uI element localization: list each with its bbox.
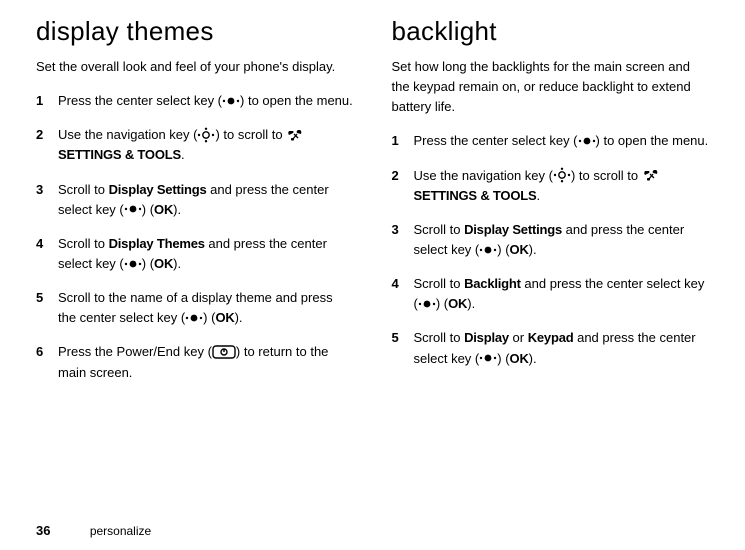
step-number: 1 — [36, 91, 58, 111]
step-text: Scroll to Display Settings and press the… — [414, 220, 710, 260]
step-number: 2 — [36, 125, 58, 165]
step-number: 6 — [36, 342, 58, 382]
step-text: Scroll to Backlight and press the center… — [414, 274, 710, 314]
display-themes-steps: 1Press the center select key () to open … — [36, 91, 354, 383]
step-item: 4Scroll to Backlight and press the cente… — [392, 274, 710, 314]
step-item: 5Scroll to the name of a display theme a… — [36, 288, 354, 328]
bold-term: Display Themes — [109, 236, 205, 251]
display-themes-intro: Set the overall look and feel of your ph… — [36, 57, 354, 77]
bold-term: Display — [464, 330, 509, 345]
center-select-icon — [479, 244, 497, 256]
step-text: Scroll to Display Themes and press the c… — [58, 234, 354, 274]
step-item: 3Scroll to Display Settings and press th… — [392, 220, 710, 260]
center-select-icon — [124, 203, 142, 215]
step-number: 5 — [392, 328, 414, 368]
tools-icon — [642, 168, 660, 182]
step-text: Use the navigation key () to scroll to S… — [58, 125, 354, 165]
step-text: Scroll to Display or Keypad and press th… — [414, 328, 710, 368]
bold-term: OK — [154, 256, 173, 271]
step-item: 2Use the navigation key () to scroll to … — [36, 125, 354, 165]
center-select-icon — [185, 312, 203, 324]
page-footer: 36 personalize — [36, 523, 151, 538]
step-text: Use the navigation key () to scroll to S… — [414, 166, 710, 206]
display-themes-heading: display themes — [36, 16, 354, 47]
step-item: 4Scroll to Display Themes and press the … — [36, 234, 354, 274]
right-column: backlight Set how long the backlights fo… — [392, 16, 710, 397]
left-column: display themes Set the overall look and … — [36, 16, 354, 397]
step-text: Scroll to Display Settings and press the… — [58, 180, 354, 220]
step-number: 2 — [392, 166, 414, 206]
bold-term: OK — [510, 351, 529, 366]
page-number: 36 — [36, 523, 50, 538]
step-item: 6Press the Power/End key () to return to… — [36, 342, 354, 382]
bold-term: Keypad — [528, 330, 574, 345]
step-number: 1 — [392, 131, 414, 151]
step-item: 5Scroll to Display or Keypad and press t… — [392, 328, 710, 368]
step-text: Press the center select key () to open t… — [58, 91, 354, 111]
backlight-heading: backlight — [392, 16, 710, 47]
step-text: Press the Power/End key () to return to … — [58, 342, 354, 382]
step-item: 3Scroll to Display Settings and press th… — [36, 180, 354, 220]
bold-term: OK — [510, 242, 529, 257]
bold-term: Backlight — [464, 276, 521, 291]
step-item: 1Press the center select key () to open … — [392, 131, 710, 151]
backlight-steps: 1Press the center select key () to open … — [392, 131, 710, 368]
bold-term: SETTINGS & TOOLS — [58, 147, 181, 162]
step-text: Scroll to the name of a display theme an… — [58, 288, 354, 328]
step-number: 4 — [36, 234, 58, 274]
bold-term: OK — [215, 310, 234, 325]
power-key-icon — [212, 345, 236, 359]
bold-term: SETTINGS & TOOLS — [414, 188, 537, 203]
section-name: personalize — [90, 524, 151, 538]
center-select-icon — [479, 352, 497, 364]
bold-term: Display Settings — [464, 222, 562, 237]
center-select-icon — [578, 135, 596, 147]
bold-term: OK — [448, 296, 467, 311]
step-text: Press the center select key () to open t… — [414, 131, 710, 151]
step-item: 1Press the center select key () to open … — [36, 91, 354, 111]
bold-term: Display Settings — [109, 182, 207, 197]
tools-icon — [286, 128, 304, 142]
nav-key-icon — [197, 127, 215, 143]
step-number: 3 — [36, 180, 58, 220]
step-number: 5 — [36, 288, 58, 328]
bold-term: OK — [154, 202, 173, 217]
center-select-icon — [222, 95, 240, 107]
step-item: 2Use the navigation key () to scroll to … — [392, 166, 710, 206]
center-select-icon — [418, 298, 436, 310]
step-number: 4 — [392, 274, 414, 314]
backlight-intro: Set how long the backlights for the main… — [392, 57, 710, 117]
nav-key-icon — [553, 167, 571, 183]
step-number: 3 — [392, 220, 414, 260]
center-select-icon — [124, 258, 142, 270]
